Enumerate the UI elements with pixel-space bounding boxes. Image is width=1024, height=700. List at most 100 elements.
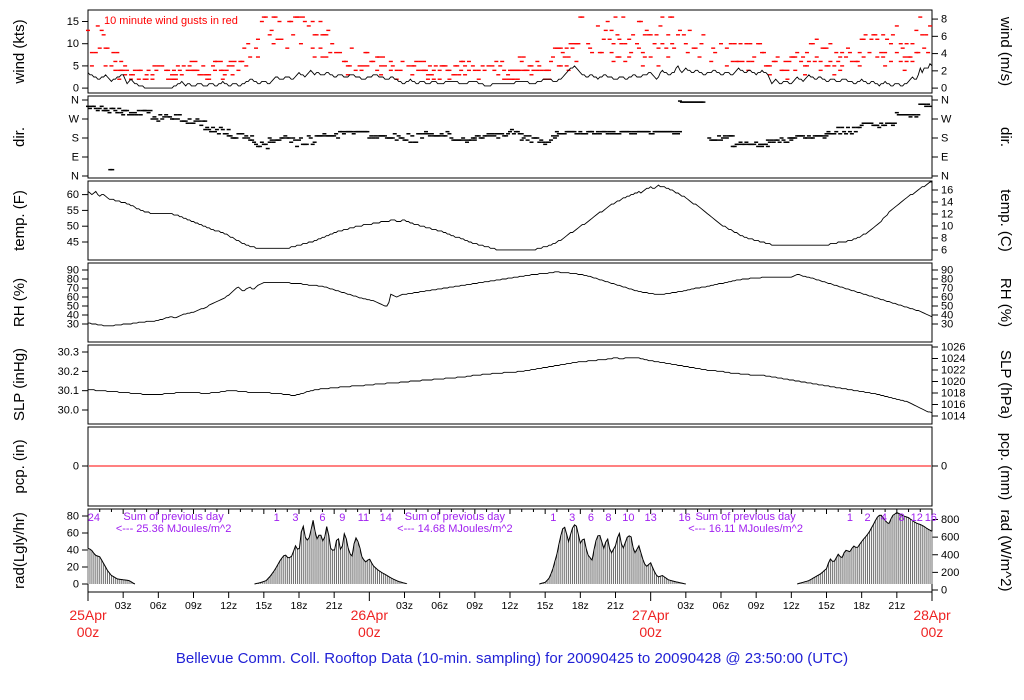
gust-dash (861, 38, 866, 40)
gust-dash (818, 60, 823, 63)
gust-dash (490, 65, 495, 67)
gust-dash (795, 51, 800, 54)
gust-dash (498, 65, 503, 67)
dir-dash (177, 114, 182, 116)
gust-dash (179, 74, 184, 76)
temp-c-tick-label: 6 (941, 245, 947, 257)
dir-dash (308, 137, 313, 139)
gust-dash (670, 43, 675, 45)
gust-dash (429, 74, 434, 76)
gust-dash (160, 65, 165, 67)
x-hour-label: 03z (115, 600, 132, 612)
gust-dash (529, 65, 534, 67)
dir-dash (156, 120, 161, 122)
dir-dash (924, 105, 929, 108)
dir-tick-label: S (72, 133, 79, 145)
dir-dash (754, 141, 759, 143)
x-hour-label: 21z (326, 600, 343, 612)
rh-axis-title-left: RH (%) (11, 278, 28, 327)
gust-dash (730, 60, 735, 63)
gust-dash (539, 69, 544, 72)
dir-dash (627, 130, 632, 133)
gust-dash (898, 60, 903, 63)
dir-dash (496, 137, 501, 139)
dir-dash (742, 143, 747, 146)
temp-c-tick-label: 8 (941, 233, 947, 245)
dir-dash (722, 135, 727, 137)
gust-dash (634, 43, 639, 45)
gust-dash (357, 65, 362, 67)
dir-dash (609, 133, 614, 135)
dir-dash (125, 109, 130, 112)
wind-ms-tick-label: 8 (941, 14, 947, 26)
dir-dash (472, 139, 477, 141)
dir-tick-label: N (71, 171, 79, 183)
gust-dash (609, 51, 614, 54)
dir-dash (203, 120, 208, 122)
wind-kts-tick-label: 15 (67, 16, 79, 28)
dir-dash (468, 139, 473, 141)
gust-dash (869, 38, 874, 40)
gust-dash (619, 43, 624, 45)
rad-ly-tick-label: 20 (67, 562, 79, 574)
gust-dash (832, 65, 837, 67)
dir-dash (461, 137, 466, 139)
dir-dash (832, 133, 837, 135)
dir-dash (252, 141, 257, 143)
dir-dash (554, 130, 559, 133)
gust-dash (888, 43, 893, 45)
rad-hour-number: 1 (550, 512, 556, 524)
gust-dash (875, 56, 880, 58)
gust-dash (222, 74, 227, 76)
x-hour-label: 12z (220, 600, 237, 612)
gust-dash (320, 56, 325, 58)
dir-dash (390, 137, 395, 139)
gust-dash (461, 60, 466, 63)
x-hour-label: 06z (713, 600, 730, 612)
slp-hpa-tick-label: 1016 (941, 399, 965, 411)
rad-hour-number: 13 (645, 512, 657, 524)
gust-dash (214, 60, 219, 63)
dir-dash (842, 130, 847, 133)
dir-dash (263, 143, 268, 146)
gust-dash (879, 51, 884, 54)
dir-dash (928, 105, 933, 108)
gust-dash (828, 43, 833, 45)
gust-dash (437, 69, 442, 72)
gust-dash (861, 56, 866, 58)
gust-dash (902, 56, 907, 58)
dir-dash (117, 107, 122, 110)
gust-dash (908, 56, 913, 58)
dir-dash (844, 133, 849, 135)
dir-dash (271, 141, 276, 143)
gust-dash (189, 60, 194, 63)
gust-dash (291, 34, 296, 36)
gust-dash (875, 38, 880, 40)
dir-dash (744, 141, 749, 143)
dir-dash (410, 135, 415, 137)
wind-kts-tick-label: 0 (73, 83, 79, 95)
x-hour-label: 06z (150, 600, 167, 612)
dir-dash (310, 143, 315, 146)
dir-dash (420, 137, 425, 139)
dir-dash (488, 135, 493, 137)
gust-dash (273, 16, 278, 18)
gust-dash (277, 20, 282, 23)
rad-hour-number: 8 (898, 512, 904, 524)
gust-dash (330, 43, 335, 45)
dir-dash (160, 118, 165, 120)
rh-axis-title-right: RH (%) (997, 278, 1014, 327)
gust-dash (719, 43, 723, 45)
rad-ly-tick-label: 80 (67, 511, 79, 523)
dir-dash (824, 135, 829, 137)
dir-dash (752, 143, 757, 146)
gust-dash (427, 65, 432, 67)
gust-dash (550, 56, 555, 58)
dir-dash (890, 124, 895, 127)
dir-dash (341, 133, 346, 135)
gust-dash (130, 74, 135, 76)
x-hour-label: 21z (888, 600, 905, 612)
gust-dash (318, 47, 323, 49)
dir-dash (465, 141, 470, 143)
dir-dash (603, 130, 608, 133)
